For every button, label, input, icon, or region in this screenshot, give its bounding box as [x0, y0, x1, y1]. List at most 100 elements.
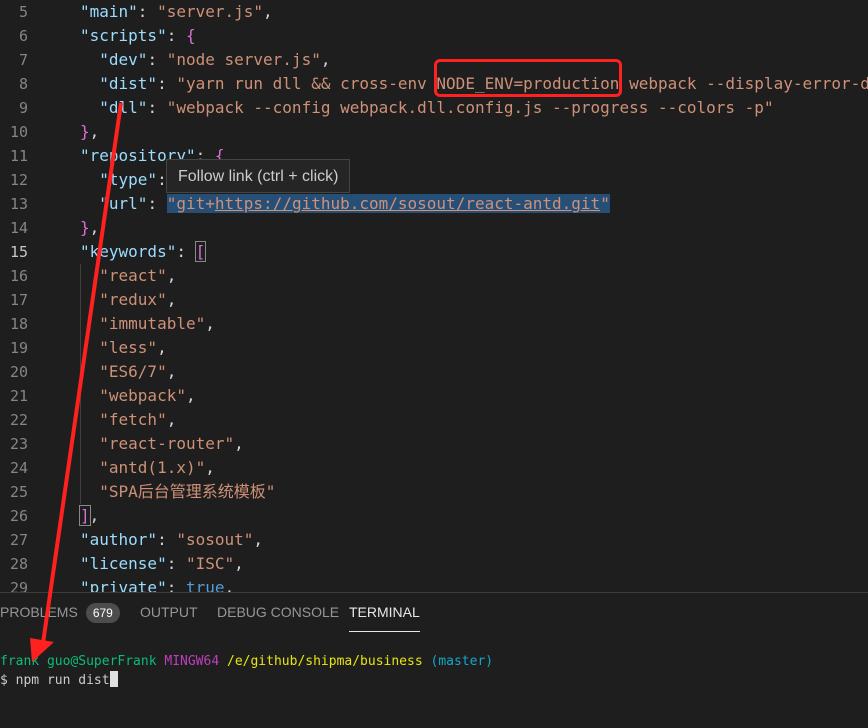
- code-token: ,: [166, 410, 177, 429]
- line-number: 14: [9, 219, 28, 237]
- code-line[interactable]: 13 "url": "git+https://github.com/sosout…: [0, 192, 868, 216]
- code-line[interactable]: 28 "license": "ISC",: [0, 552, 868, 576]
- line-number: 18: [9, 315, 28, 333]
- line-code: "url": "git+https://github.com/sosout/re…: [80, 192, 610, 216]
- line-number: 16: [9, 267, 28, 285]
- code-token: ,: [157, 338, 167, 357]
- code-token: {: [185, 26, 196, 45]
- follow-link-tooltip: Follow link (ctrl + click): [166, 159, 351, 193]
- code-token: "fetch": [99, 410, 167, 429]
- code-token: "private": [80, 578, 167, 592]
- terminal-command-line[interactable]: $ npm run dist: [0, 671, 118, 690]
- code-token: ,: [205, 314, 215, 333]
- code-token: :: [166, 578, 186, 592]
- line-code: "dev": "node server.js",: [80, 48, 330, 72]
- code-line[interactable]: 25 "SPA后台管理系统模板": [0, 480, 868, 504]
- line-number: 25: [9, 483, 28, 501]
- terminal-branch: (master): [430, 654, 494, 669]
- tab-output[interactable]: OUTPUT: [140, 593, 198, 631]
- line-code: "license": "ISC",: [80, 552, 244, 576]
- line-code: "author": "sosout",: [80, 528, 263, 552]
- code-line[interactable]: 20 "ES6/7",: [0, 360, 868, 384]
- code-line[interactable]: 18 "immutable",: [0, 312, 868, 336]
- line-number: 8: [18, 75, 28, 93]
- code-line[interactable]: 21 "webpack",: [0, 384, 868, 408]
- code-line[interactable]: 24 "antd(1.x)",: [0, 456, 868, 480]
- bottom-panel: PROBLEMS 679 OUTPUT DEBUG CONSOLE TERMINA…: [0, 592, 868, 728]
- code-token: "react": [99, 266, 167, 285]
- code-token: "sosout": [176, 530, 254, 549]
- code-token: "keywords": [80, 242, 177, 261]
- code-token: "node server.js": [166, 50, 321, 69]
- line-code: "redux",: [80, 288, 176, 312]
- code-token: ,: [89, 122, 100, 141]
- code-line[interactable]: 17 "redux",: [0, 288, 868, 312]
- code-line[interactable]: 9 "dll": "webpack --config webpack.dll.c…: [0, 96, 868, 120]
- line-number: 29: [9, 579, 28, 592]
- code-token: :: [147, 50, 167, 69]
- code-token: "dev": [99, 50, 148, 69]
- code-token: :: [137, 2, 158, 21]
- code-line[interactable]: 12 "type": "git",: [0, 168, 868, 192]
- code-line[interactable]: 11 "repository": {: [0, 144, 868, 168]
- code-token: "SPA后台管理系统模板": [99, 482, 276, 501]
- line-code: "dll": "webpack --config webpack.dll.con…: [80, 96, 774, 120]
- code-line[interactable]: 23 "react-router",: [0, 432, 868, 456]
- code-token[interactable]: https://github.com/sosout/react-antd.git: [214, 194, 601, 213]
- code-line[interactable]: 16 "react",: [0, 264, 868, 288]
- terminal-path: /e/github/shipma/business: [227, 654, 423, 669]
- code-token: "less": [99, 338, 158, 357]
- code-token: ,: [320, 50, 331, 69]
- code-token: ,: [224, 578, 235, 592]
- line-number: 26: [9, 507, 28, 525]
- code-token: ": [600, 194, 610, 213]
- code-line[interactable]: 19 "less",: [0, 336, 868, 360]
- code-line[interactable]: 22 "fetch",: [0, 408, 868, 432]
- code-line[interactable]: 14},: [0, 216, 868, 240]
- code-token: "type": [99, 170, 158, 189]
- code-token: "scripts": [80, 26, 167, 45]
- code-line[interactable]: 27 "author": "sosout",: [0, 528, 868, 552]
- line-number: 13: [9, 195, 28, 213]
- code-token: ,: [185, 386, 196, 405]
- code-token: "webpack --config webpack.dll.config.js …: [166, 98, 774, 117]
- code-line[interactable]: 5 "main": "server.js",: [0, 0, 868, 24]
- line-code: "SPA后台管理系统模板": [80, 480, 275, 504]
- code-token: }: [80, 122, 90, 141]
- tab-debug-console[interactable]: DEBUG CONSOLE: [217, 593, 339, 631]
- code-token: "dll": [99, 98, 148, 117]
- code-token: :: [147, 194, 167, 213]
- line-number: 21: [9, 387, 28, 405]
- tab-terminal-label: TERMINAL: [349, 604, 420, 620]
- code-token: :: [176, 242, 196, 261]
- code-token: "url": [99, 194, 148, 213]
- code-line[interactable]: 15 "keywords": [: [0, 240, 868, 264]
- code-token: ,: [166, 362, 177, 381]
- line-code: "react",: [80, 264, 176, 288]
- code-token: "react-router": [99, 434, 235, 453]
- code-token: :: [157, 74, 177, 93]
- terminal-prompt-line: frank guo@SuperFrank MINGW64 /e/github/s…: [0, 653, 493, 671]
- tab-problems[interactable]: PROBLEMS 679: [0, 593, 120, 631]
- line-code: "scripts": {: [80, 24, 196, 48]
- code-line[interactable]: 29 "private": true,: [0, 576, 868, 592]
- code-token: [: [194, 241, 207, 262]
- code-line[interactable]: 26],: [0, 504, 868, 528]
- tab-terminal[interactable]: TERMINAL: [349, 593, 420, 632]
- code-token: "webpack": [99, 386, 186, 405]
- code-line[interactable]: 6 "scripts": {: [0, 24, 868, 48]
- code-line[interactable]: 10},: [0, 120, 868, 144]
- line-number: 19: [9, 339, 28, 357]
- code-token: :: [157, 530, 177, 549]
- line-code: "immutable",: [80, 312, 215, 336]
- code-token: "antd(1.x)": [99, 458, 206, 477]
